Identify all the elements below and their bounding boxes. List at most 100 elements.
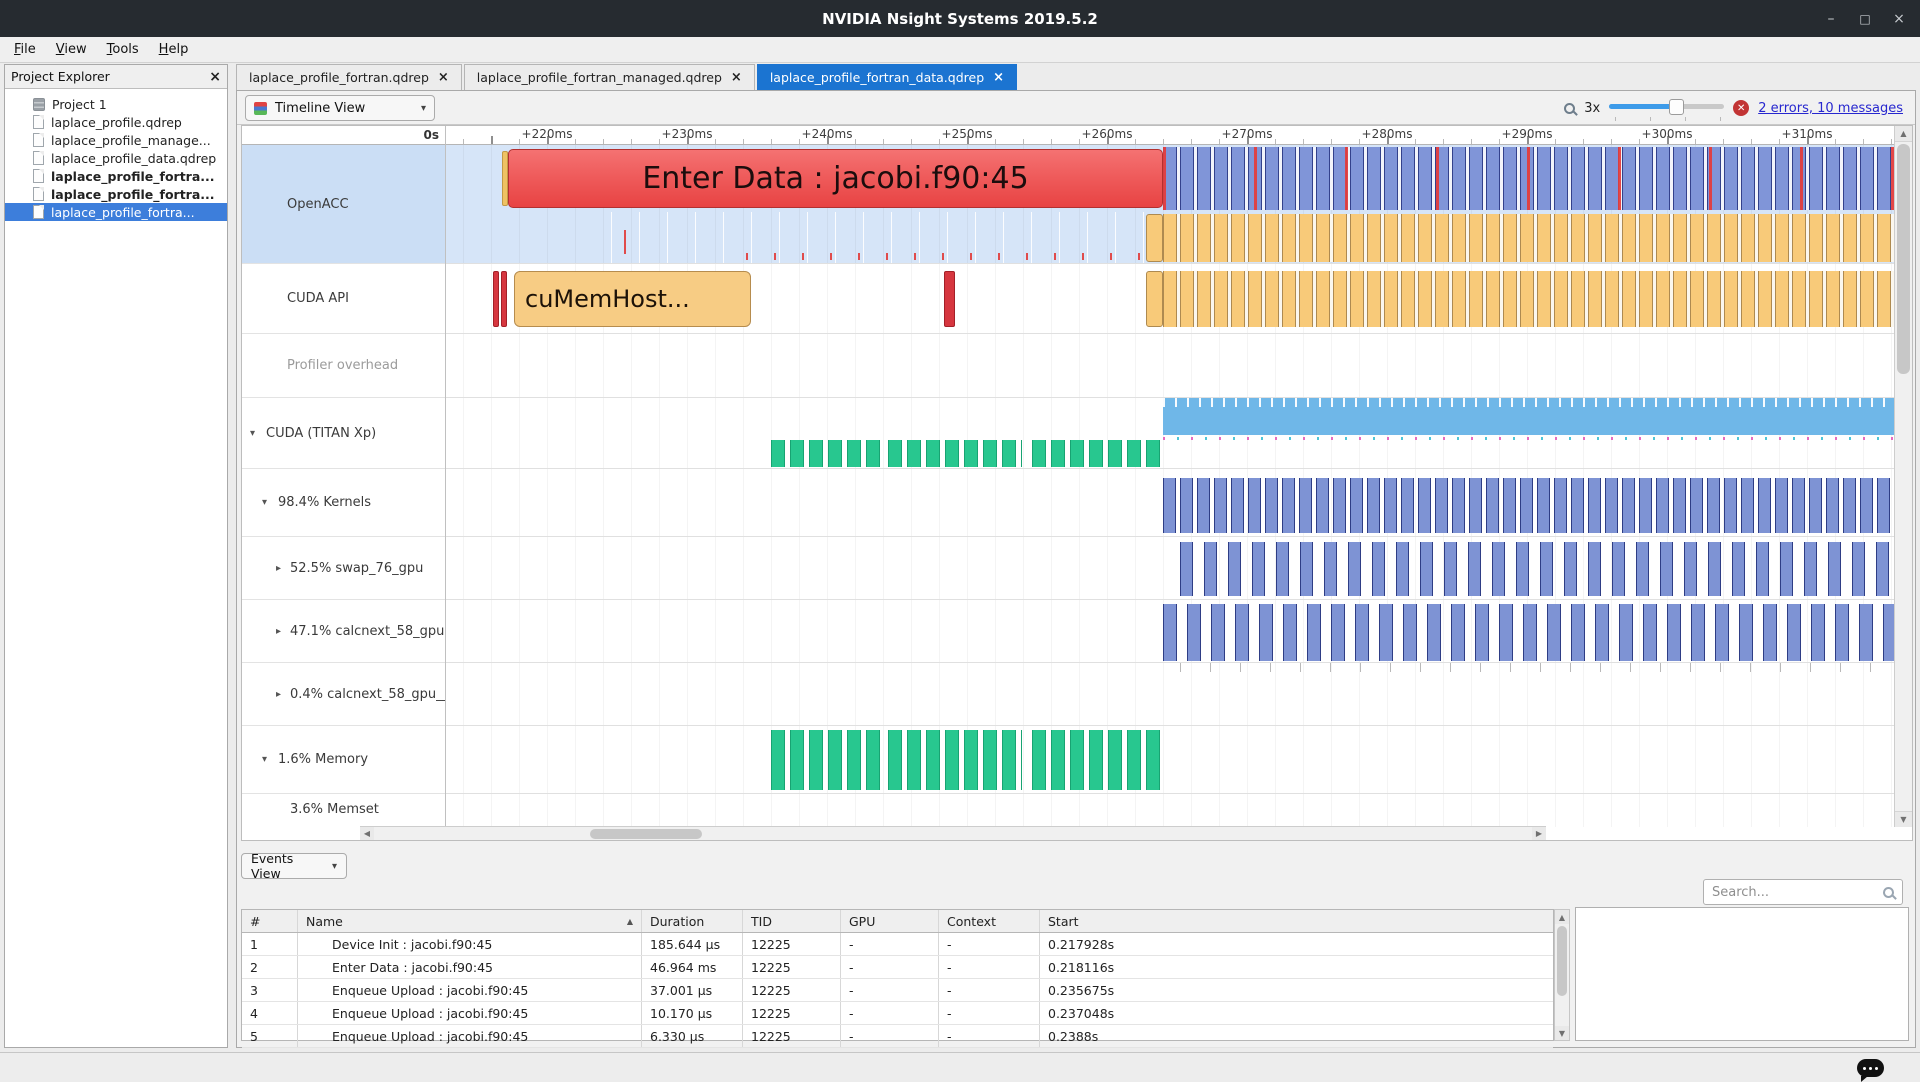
zoom-slider[interactable] <box>1609 97 1724 119</box>
openacc-micro-events[interactable] <box>746 253 1163 260</box>
row-label-calcnext-gpu[interactable]: ▸ 47.1% calcnext_58_gpu <box>242 600 445 663</box>
errors-messages-link[interactable]: 2 errors, 10 messages <box>1758 101 1903 116</box>
timeline-row-cuda-titan[interactable] <box>446 398 1902 469</box>
timeline-vertical-scrollbar[interactable]: ▲ ▼ <box>1894 126 1912 827</box>
scroll-right-icon[interactable]: ▶ <box>1532 827 1546 840</box>
row-label-cuda-api[interactable]: CUDA API <box>242 264 445 334</box>
timeline-row-swap-gpu[interactable] <box>446 537 1902 600</box>
cuda-api-orange-event[interactable] <box>1146 271 1163 327</box>
row-label-swap-gpu[interactable]: ▸ 52.5% swap_76_gpu <box>242 537 445 600</box>
row-label-memory[interactable]: ▾ 1.6% Memory <box>242 726 445 794</box>
timeline-horizontal-scrollbar[interactable]: ◀ ▶ <box>360 826 1546 840</box>
row-label-memset[interactable]: 3.6% Memset <box>242 794 445 827</box>
calcnext-re-tiny-bars[interactable] <box>1180 663 1902 672</box>
kernel-dense-bars[interactable] <box>1163 478 1902 533</box>
scroll-up-icon[interactable]: ▲ <box>1895 126 1912 142</box>
col-header-tid[interactable]: TID <box>743 910 841 932</box>
scrollbar-thumb[interactable] <box>1557 926 1567 996</box>
memory-transfer-bars[interactable] <box>771 730 881 790</box>
tab-fortran-managed[interactable]: laplace_profile_fortran_managed.qdrep × <box>464 64 755 90</box>
tree-collapsed-icon[interactable]: ▸ <box>276 563 281 574</box>
gpu-memory-transfers[interactable] <box>771 440 881 467</box>
tree-collapsed-icon[interactable]: ▸ <box>276 689 281 700</box>
slider-thumb[interactable] <box>1669 99 1684 115</box>
gpu-memory-transfers[interactable] <box>888 440 1022 467</box>
tree-expanded-icon[interactable]: ▾ <box>262 497 267 508</box>
tab-fortran-data-active[interactable]: laplace_profile_fortran_data.qdrep × <box>757 64 1017 90</box>
events-table-header[interactable]: # Name ▲ Duration TID GPU Context Start <box>242 910 1553 933</box>
timeline-row-calcnext-gpu-re[interactable] <box>446 663 1902 726</box>
openacc-tiny-event[interactable] <box>624 230 626 254</box>
scrollbar-thumb[interactable] <box>590 829 702 839</box>
project-explorer-close-icon[interactable]: × <box>209 70 221 84</box>
scrollbar-thumb[interactable] <box>1897 144 1910 374</box>
timeline-row-profiler-overhead[interactable] <box>446 334 1902 398</box>
scroll-up-icon[interactable]: ▲ <box>1555 910 1569 924</box>
view-selector-dropdown[interactable]: Timeline View ▾ <box>245 95 435 121</box>
tree-item-report[interactable]: laplace_profile_manage... <box>5 131 227 149</box>
timeline-row-cuda-api[interactable]: cuMemHost... <box>446 264 1902 334</box>
timeline-row-memory[interactable] <box>446 726 1902 794</box>
tab-fortran[interactable]: laplace_profile_fortran.qdrep × <box>236 64 462 90</box>
cuda-api-red-event[interactable] <box>501 271 507 327</box>
table-row[interactable]: 1 Device Init : jacobi.f90:45 185.644 μs… <box>242 933 1553 956</box>
tab-close-icon[interactable]: × <box>731 71 742 84</box>
cuda-api-red-event[interactable] <box>493 271 499 327</box>
swap-kernel-bars[interactable] <box>1180 542 1902 596</box>
col-header-index[interactable]: # <box>242 910 298 932</box>
tab-close-icon[interactable]: × <box>993 71 1004 84</box>
tree-item-project[interactable]: Project 1 <box>5 95 227 113</box>
row-label-calcnext-gpu-re[interactable]: ▸ 0.4% calcnext_58_gpu__re <box>242 663 445 726</box>
timeline-row-openacc[interactable]: Enter Data : jacobi.f90:45 <box>446 145 1902 264</box>
memory-transfer-bars[interactable] <box>1032 730 1163 790</box>
table-row[interactable]: 5 Enqueue Upload : jacobi.f90:45 6.330 μ… <box>242 1025 1553 1048</box>
col-header-name[interactable]: Name ▲ <box>298 910 642 932</box>
openacc-upload-event[interactable] <box>1146 214 1163 262</box>
menu-help[interactable]: Help <box>149 39 199 60</box>
row-label-profiler-overhead[interactable]: Profiler overhead <box>242 334 445 398</box>
row-label-openacc[interactable]: OpenACC <box>242 145 445 264</box>
scroll-down-icon[interactable]: ▼ <box>1555 1026 1569 1040</box>
tree-item-report[interactable]: laplace_profile_data.qdrep <box>5 149 227 167</box>
scroll-left-icon[interactable]: ◀ <box>360 827 374 840</box>
events-view-dropdown[interactable]: Events View ▾ <box>241 853 347 879</box>
gpu-memory-transfers[interactable] <box>1032 440 1163 467</box>
calcnext-kernel-bars[interactable] <box>1163 604 1902 661</box>
openacc-dense-uploads[interactable] <box>1163 214 1902 262</box>
gpu-utilization-band[interactable] <box>1163 398 1902 435</box>
search-input[interactable] <box>1712 885 1883 900</box>
timeline-ruler[interactable]: +220ms +230ms +240ms +250ms +260ms +270m… <box>446 126 1902 145</box>
menu-file[interactable]: File <box>4 39 46 60</box>
tab-close-icon[interactable]: × <box>438 71 449 84</box>
tree-item-report[interactable]: laplace_profile.qdrep <box>5 113 227 131</box>
scroll-down-icon[interactable]: ▼ <box>1895 811 1912 827</box>
tree-collapsed-icon[interactable]: ▸ <box>276 626 281 637</box>
row-label-cuda-titan[interactable]: ▾ CUDA (TITAN Xp) <box>242 398 445 469</box>
menu-tools[interactable]: Tools <box>97 39 149 60</box>
tree-expanded-icon[interactable]: ▾ <box>262 754 267 765</box>
row-label-kernels[interactable]: ▾ 98.4% Kernels <box>242 469 445 537</box>
col-header-duration[interactable]: Duration <box>642 910 743 932</box>
timeline-row-memset[interactable] <box>446 794 1902 827</box>
feedback-bubble-icon[interactable] <box>1857 1059 1884 1077</box>
menu-view[interactable]: View <box>46 39 97 60</box>
cuda-api-cumemhost-bar[interactable]: cuMemHost... <box>514 271 751 327</box>
tree-item-report[interactable]: laplace_profile_fortra... <box>5 167 227 185</box>
cuda-api-red-event[interactable] <box>944 271 955 327</box>
openacc-enter-data-bar[interactable]: Enter Data : jacobi.f90:45 <box>508 149 1163 208</box>
cuda-api-dense-calls[interactable] <box>1163 271 1902 327</box>
table-row[interactable]: 2 Enter Data : jacobi.f90:45 46.964 ms 1… <box>242 956 1553 979</box>
tree-item-report[interactable]: laplace_profile_fortra... <box>5 185 227 203</box>
timeline-row-kernels[interactable] <box>446 469 1902 537</box>
table-row[interactable]: 3 Enqueue Upload : jacobi.f90:45 37.001 … <box>242 979 1553 1002</box>
window-close-button[interactable]: × <box>1882 0 1916 37</box>
col-header-start[interactable]: Start <box>1040 910 1553 932</box>
memory-transfer-bars[interactable] <box>888 730 1022 790</box>
minimize-button[interactable]: – <box>1814 0 1848 37</box>
timeline-row-calcnext-gpu[interactable] <box>446 600 1902 663</box>
table-row[interactable]: 4 Enqueue Upload : jacobi.f90:45 10.170 … <box>242 1002 1553 1025</box>
col-header-context[interactable]: Context <box>939 910 1040 932</box>
maximize-button[interactable]: □ <box>1848 0 1882 37</box>
events-table-scrollbar[interactable]: ▲ ▼ <box>1554 909 1570 1041</box>
tree-expanded-icon[interactable]: ▾ <box>250 428 255 439</box>
